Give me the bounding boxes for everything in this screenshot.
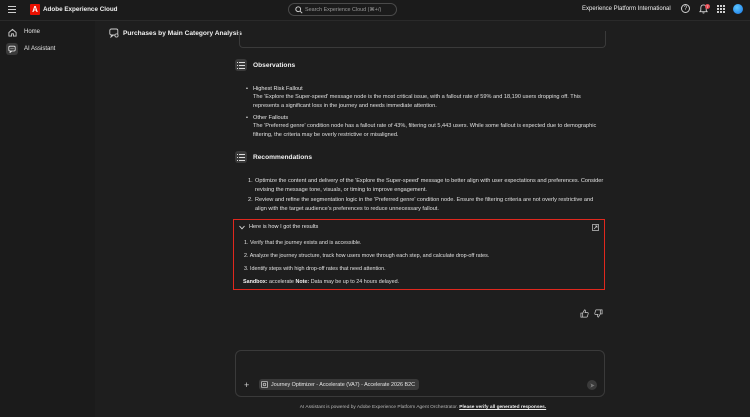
hamburger-menu-icon[interactable] xyxy=(8,6,16,13)
how-step: 1. Verify that the journey exists and is… xyxy=(244,240,362,246)
journey-icon xyxy=(261,381,268,388)
note-value: Data may be up to 24 hours delayed. xyxy=(309,279,400,285)
help-icon[interactable]: ? xyxy=(681,4,690,13)
observation-body: The 'Explore the Super-speed' message no… xyxy=(253,94,581,109)
search-input[interactable] xyxy=(305,5,393,15)
search-field[interactable] xyxy=(288,3,397,16)
app-title[interactable]: Adobe Experience Cloud xyxy=(43,6,118,13)
observation-heading: Other Fallouts xyxy=(246,114,606,122)
footer-disclaimer: AI Assistant is powered by Adobe Experie… xyxy=(96,405,750,410)
previous-response-card xyxy=(239,31,606,48)
footer-text: AI Assistant is powered by Adobe Experie… xyxy=(299,405,460,410)
sidebar-item-home[interactable]: Home xyxy=(4,25,92,39)
add-attachment-button[interactable]: + xyxy=(244,381,249,390)
thumbs-up-icon[interactable] xyxy=(580,309,589,318)
adobe-logo[interactable]: A xyxy=(30,4,40,15)
top-bar: A Adobe Experience Cloud Experience Plat… xyxy=(0,0,750,21)
thumbs-down-icon[interactable] xyxy=(594,309,603,318)
recommendation-number: 1. xyxy=(248,178,253,184)
sidebar: Home AI Assistant xyxy=(0,21,95,417)
recommendations-title: Recommendations xyxy=(253,153,312,161)
observation-item: Other Fallouts The 'Preferred genre' con… xyxy=(246,114,606,139)
observation-body: The 'Preferred genre' condition node has… xyxy=(253,123,597,138)
list-icon xyxy=(235,59,247,71)
observation-item: Highest Risk Fallout The 'Explore the Su… xyxy=(246,85,606,110)
sandbox-label: Sandbox: xyxy=(243,279,268,285)
ai-assistant-icon xyxy=(6,43,18,55)
apps-grid-icon[interactable] xyxy=(717,5,725,13)
sidebar-item-ai-assistant[interactable]: AI Assistant xyxy=(4,42,92,56)
user-avatar[interactable] xyxy=(733,4,743,14)
recommendation-item: 2. Review and refine the segmentation lo… xyxy=(248,196,604,213)
message-composer[interactable]: + Journey Optimizer - Accelerate (VA7) -… xyxy=(235,350,605,397)
sandbox-note: Sandbox: accelerate Note: Data may be up… xyxy=(243,279,399,285)
expand-icon[interactable] xyxy=(592,224,599,231)
recommendation-number: 2. xyxy=(248,197,253,203)
how-results-title: Here is how I got the results xyxy=(249,224,319,230)
page-title: Purchases by Main Category Analysis xyxy=(123,29,242,37)
chat-analysis-icon xyxy=(109,28,119,38)
how-results-panel: Here is how I got the results 1. Verify … xyxy=(233,219,605,290)
context-chip-label: Journey Optimizer - Accelerate (VA7) - A… xyxy=(271,381,416,388)
recommendations-list: 1. Optimize the content and delivery of … xyxy=(248,177,604,215)
send-icon xyxy=(589,382,595,388)
main-content: Purchases by Main Category Analysis Obse… xyxy=(96,21,750,417)
sidebar-item-label: Home xyxy=(24,29,41,35)
note-label: Note: xyxy=(295,279,310,285)
send-button[interactable] xyxy=(587,380,597,390)
how-step: 2. Analyze the journey structure, track … xyxy=(244,253,490,259)
how-step: 3. Identify steps with high drop-off rat… xyxy=(244,266,386,272)
notification-badge: 7 xyxy=(705,4,710,9)
home-icon xyxy=(6,26,18,38)
search-icon xyxy=(295,6,303,14)
sandbox-value: accelerate xyxy=(267,279,296,285)
recommendation-item: 1. Optimize the content and delivery of … xyxy=(248,177,604,194)
recommendation-text: Review and refine the segmentation logic… xyxy=(255,197,594,212)
sidebar-item-label: AI Assistant xyxy=(24,46,56,52)
page-header: Purchases by Main Category Analysis xyxy=(109,28,242,38)
how-results-toggle[interactable]: Here is how I got the results xyxy=(239,224,318,230)
chevron-down-icon xyxy=(239,225,245,229)
context-chip[interactable]: Journey Optimizer - Accelerate (VA7) - A… xyxy=(259,379,420,390)
recommendation-text: Optimize the content and delivery of the… xyxy=(255,178,604,193)
recommendations-header: Recommendations xyxy=(235,151,312,163)
list-icon xyxy=(235,151,247,163)
verify-responses-link[interactable]: Please verify all generated responses. xyxy=(459,405,546,410)
observations-title: Observations xyxy=(253,61,296,69)
org-switcher[interactable]: Experience Platform International xyxy=(582,6,671,12)
observation-heading: Highest Risk Fallout xyxy=(246,85,606,93)
observations-header: Observations xyxy=(235,59,295,71)
